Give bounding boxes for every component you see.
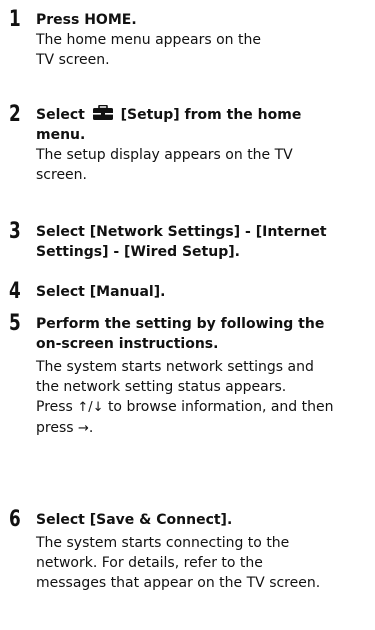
step-number: 5 xyxy=(9,311,21,336)
right-arrow-icon: → xyxy=(78,421,89,436)
step-body: Press HOME. The home menu appears on the… xyxy=(36,10,366,70)
toolbox-icon xyxy=(92,105,113,120)
step-description: The system starts network settings and t… xyxy=(36,359,314,395)
step-description: The setup display appears on the TV scre… xyxy=(36,147,293,183)
step-number: 2 xyxy=(9,102,21,127)
press-end: . xyxy=(88,420,94,436)
step-description: The home menu appears on the TV screen. xyxy=(36,32,261,68)
instruction-page: 1 Press HOME. The home menu appears on t… xyxy=(0,0,375,630)
step-body: Perform the setting by following the on-… xyxy=(36,314,366,439)
up-down-arrow-icon: ↑/↓ xyxy=(77,400,104,415)
step-body: Select [Manual]. xyxy=(36,282,366,302)
step-number: 4 xyxy=(9,279,21,304)
step-press-instructions: Press ↑/↓ to browse information, and the… xyxy=(36,397,336,439)
step-title-prefix: Select xyxy=(36,107,85,123)
step-body: Select [Setup] from the home menu. The s… xyxy=(36,105,366,185)
step-title: Select [Setup] from the home menu. xyxy=(36,105,336,145)
step-description: The system starts connecting to the netw… xyxy=(36,535,321,591)
press-prefix: Press xyxy=(36,399,73,415)
step-number: 3 xyxy=(9,219,21,244)
step-number: 1 xyxy=(9,7,21,32)
step-body: Select [Save & Connect]. The system star… xyxy=(36,510,366,593)
step-number: 6 xyxy=(9,507,21,532)
step-title: Select [Save & Connect]. xyxy=(36,512,233,528)
step-title: Select [Manual]. xyxy=(36,284,166,300)
step-body: Select [Network Settings] - [Internet Se… xyxy=(36,222,366,262)
step-title: Press HOME. xyxy=(36,12,137,28)
step-title: Select [Network Settings] - [Internet Se… xyxy=(36,224,327,260)
step-title: Perform the setting by following the on-… xyxy=(36,316,325,352)
